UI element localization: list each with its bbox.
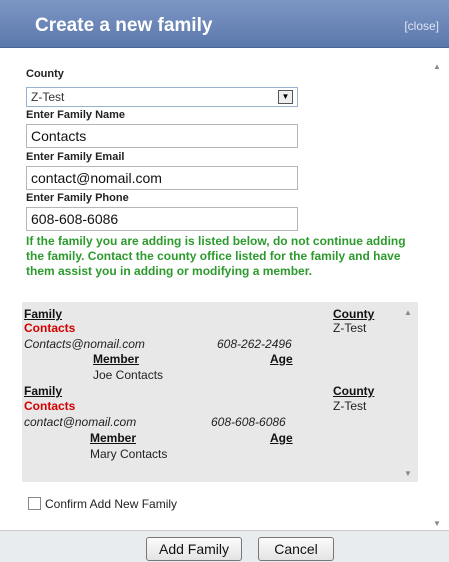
dialog-scrollbar[interactable]: ▲ ▼: [431, 60, 443, 530]
result-family-name: Contacts: [24, 399, 76, 413]
results-scroll-down-icon[interactable]: ▼: [404, 469, 412, 478]
confirm-label: Confirm Add New Family: [45, 497, 178, 511]
scroll-up-arrow-icon[interactable]: ▲: [433, 62, 441, 71]
confirm-checkbox[interactable]: [28, 497, 41, 510]
result-county: Z-Test: [333, 321, 367, 335]
family-name-label: Enter Family Name: [26, 109, 126, 121]
dialog-footer: Add Family Cancel: [0, 530, 449, 562]
existing-families-list: ▲ ▼ Family County Contacts Z-Test Contac…: [22, 302, 418, 482]
dialog-title: Create a new family: [35, 15, 213, 36]
scroll-down-arrow-icon[interactable]: ▼: [433, 519, 441, 528]
result-member: Joe Contacts: [93, 368, 164, 382]
county-label: County: [26, 68, 64, 80]
family-email-label: Enter Family Email: [26, 151, 125, 163]
result-member: Mary Contacts: [90, 447, 168, 461]
family-phone-label: Enter Family Phone: [26, 192, 129, 204]
result-email: contact@nomail.com: [24, 415, 137, 429]
family-column-header: Family: [24, 384, 63, 398]
age-column-header: Age: [270, 431, 293, 445]
age-column-header: Age: [270, 352, 293, 366]
family-name-input[interactable]: Contacts: [26, 124, 298, 148]
county-selected-value: Z-Test: [31, 90, 65, 104]
result-family-name: Contacts: [24, 321, 76, 335]
results-scroll-up-icon[interactable]: ▲: [404, 308, 412, 317]
county-column-header: County: [333, 307, 375, 321]
results-scrollbar[interactable]: ▲ ▼: [402, 308, 414, 478]
confirm-add-checkbox-row[interactable]: Confirm Add New Family: [28, 497, 177, 511]
family-column-header: Family: [24, 307, 63, 321]
county-select[interactable]: Z-Test ▼: [26, 87, 298, 107]
duplicate-warning: If the family you are adding is listed b…: [26, 234, 406, 278]
result-email: Contacts@nomail.com: [24, 337, 145, 351]
add-family-button[interactable]: Add Family: [146, 537, 242, 561]
family-email-input[interactable]: contact@nomail.com: [26, 166, 298, 190]
close-link[interactable]: [close]: [404, 19, 439, 33]
result-phone: 608-262-2496: [217, 337, 292, 351]
result-phone: 608-608-6086: [211, 415, 286, 429]
dialog-title-bar: Create a new family [close]: [0, 0, 449, 48]
result-county: Z-Test: [333, 399, 367, 413]
member-column-header: Member: [93, 352, 140, 366]
cancel-button[interactable]: Cancel: [258, 537, 334, 561]
county-column-header: County: [333, 384, 375, 398]
member-column-header: Member: [90, 431, 137, 445]
dropdown-arrow-icon[interactable]: ▼: [278, 90, 293, 104]
family-phone-input[interactable]: 608-608-6086: [26, 207, 298, 231]
